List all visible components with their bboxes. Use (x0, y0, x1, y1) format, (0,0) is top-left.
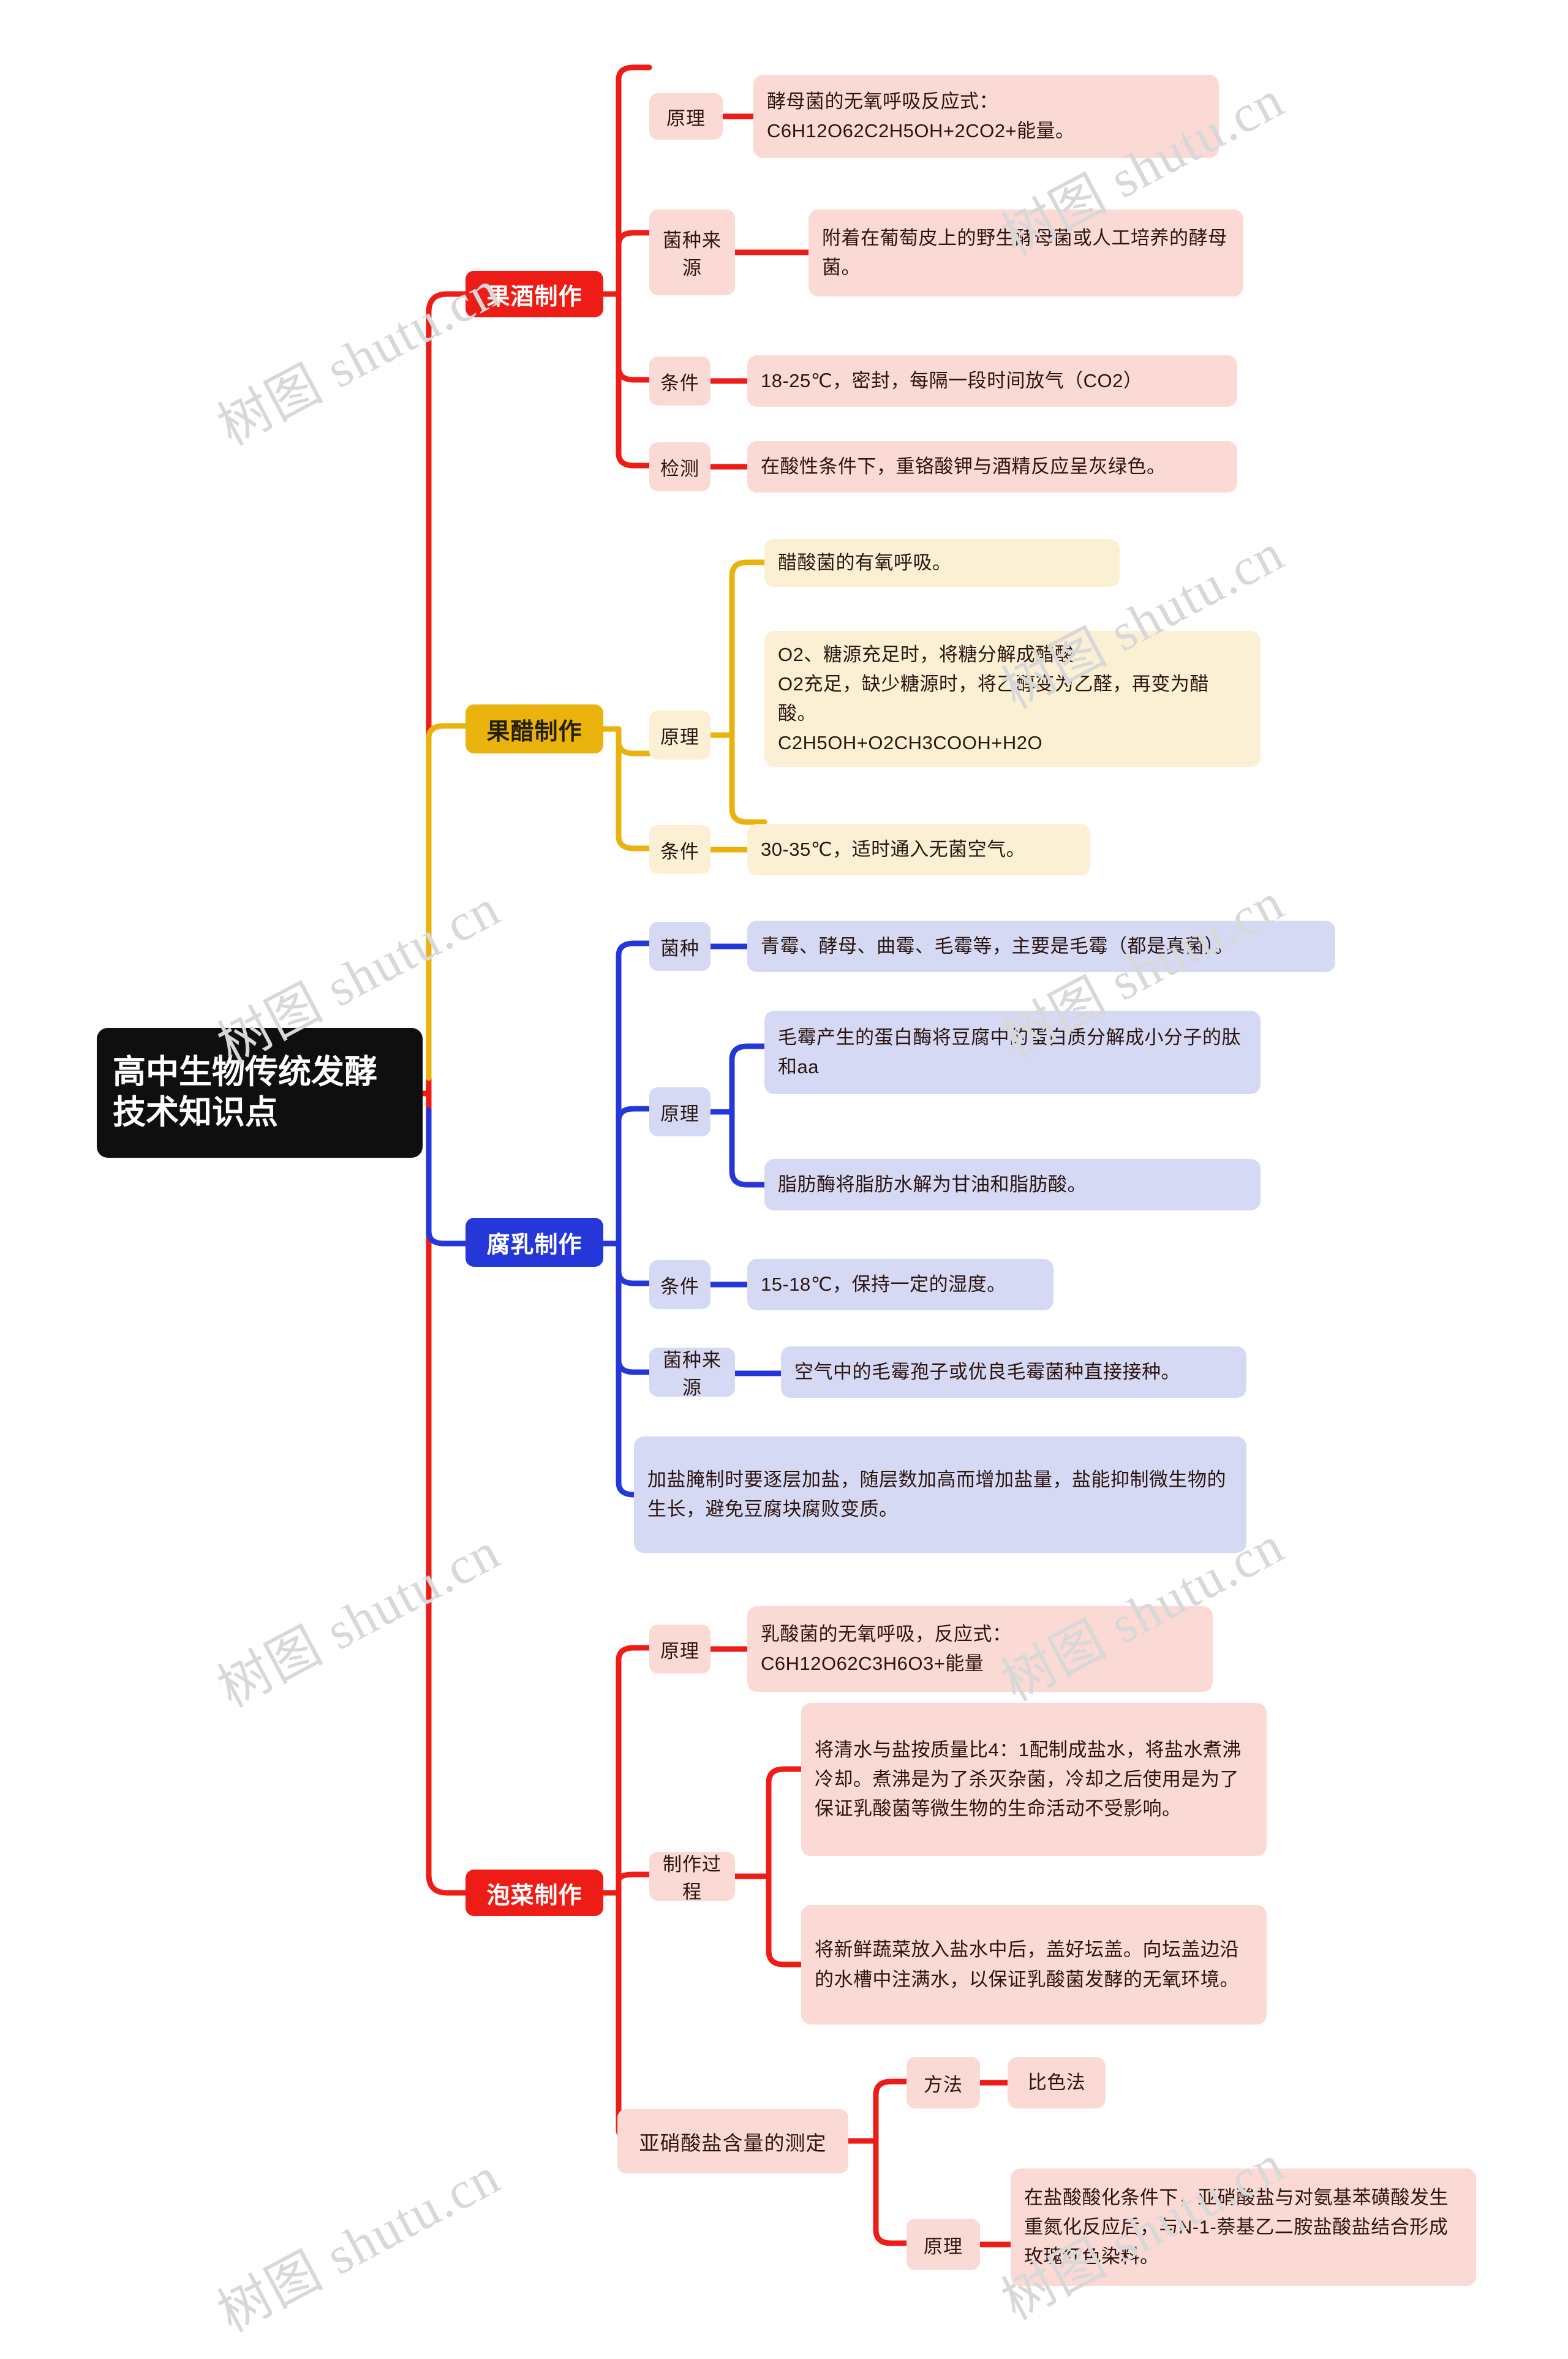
sublabel-text: 原理 (924, 2235, 963, 2257)
leaf-text: 在酸性条件下，重铬酸钾与酒精反应呈灰绿色。 (761, 455, 1166, 477)
leaf-pickles-principle[interactable]: 乳酸菌的无氧呼吸，反应式：C6H12O62C3H6O3+能量 (747, 1606, 1213, 1692)
leaf-text: 醋酸菌的有氧呼吸。 (778, 551, 952, 573)
sublabel-text: 亚硝酸盐含量的测定 (639, 2131, 827, 2154)
sublabel-tiaojian-vinegar[interactable]: 条件 (649, 825, 710, 874)
leaf-text: 青霉、酵母、曲霉、毛霉等，主要是毛霉（都是真菌）。 (761, 935, 1234, 957)
leaf-wine-detection[interactable]: 在酸性条件下，重铬酸钾与酒精反应呈灰绿色。 (747, 441, 1237, 493)
leaf-text: 30-35℃，适时通入无菌空气。 (761, 838, 1026, 860)
branch-node-fruit-vinegar[interactable]: 果醋制作 (466, 704, 603, 753)
sublabel-yuanli-nitrite[interactable]: 原理 (907, 2219, 980, 2270)
sublabel-tiaojian-tofu[interactable]: 条件 (649, 1260, 710, 1309)
sublabel-fangfa[interactable]: 方法 (907, 2057, 980, 2108)
leaf-text: 15-18℃，保持一定的湿度。 (761, 1273, 1006, 1295)
leaf-pickles-process-1[interactable]: 将清水与盐按质量比4：1配制成盐水，将盐水煮沸冷却。煮沸是为了杀灭杂菌，冷却之后… (801, 1703, 1267, 1856)
sublabel-text: 条件 (660, 372, 699, 394)
sublabel-yuanli-vinegar[interactable]: 原理 (649, 711, 710, 760)
leaf-text: 毛霉产生的蛋白酶将豆腐中的蛋白质分解成小分子的肽和aa (778, 1026, 1241, 1078)
leaf-wine-principle[interactable]: 酵母菌的无氧呼吸反应式：C6H12O62C2H5OH+2CO2+能量。 (753, 75, 1219, 158)
sublabel-text: 菌种来源 (663, 230, 722, 279)
sublabel-text: 方法 (924, 2074, 963, 2096)
leaf-text: 在盐酸酸化条件下，亚硝酸盐与对氨基苯磺酸发生重氮化反应后，与N-1-萘基乙二胺盐… (1024, 2186, 1449, 2268)
sublabel-text: 条件 (660, 1275, 699, 1297)
leaf-tofu-strain-source[interactable]: 空气中的毛霉孢子或优良毛霉菌种直接接种。 (781, 1346, 1246, 1398)
sublabel-jiance-wine[interactable]: 检测 (649, 442, 710, 491)
leaf-text: 乳酸菌的无氧呼吸，反应式：C6H12O62C3H6O3+能量 (761, 1623, 1012, 1674)
sublabel-yuanli-tofu[interactable]: 原理 (649, 1087, 710, 1136)
leaf-tofu-conditions[interactable]: 15-18℃，保持一定的湿度。 (747, 1259, 1054, 1310)
sublabel-nitrite-measurement[interactable]: 亚硝酸盐含量的测定 (617, 2109, 848, 2173)
sublabel-junzhong-tofu[interactable]: 菌种 (649, 922, 710, 971)
root-node[interactable]: 高中生物传统发酵技术知识点 (97, 1028, 423, 1158)
branch-node-pickles[interactable]: 泡菜制作 (466, 1870, 603, 1916)
branch-label: 果醋制作 (486, 719, 582, 745)
branch-node-fruit-wine[interactable]: 果酒制作 (466, 271, 603, 317)
sublabel-text: 原理 (660, 1103, 699, 1125)
leaf-vinegar-conditions[interactable]: 30-35℃，适时通入无菌空气。 (747, 824, 1090, 875)
leaf-vinegar-principle-1[interactable]: 醋酸菌的有氧呼吸。 (764, 539, 1120, 587)
sublabel-zhizuoguocheng[interactable]: 制作过程 (649, 1852, 735, 1903)
leaf-text: O2、糖源充足时，将糖分解成醋酸 O2充足，缺少糖源时，将乙醇变为乙醛，再变为醋… (778, 643, 1209, 754)
mindmap-canvas: 树图 shutu.cn 树图 shutu.cn 树图 shutu.cn 树图 s… (0, 0, 1568, 2359)
sublabel-text: 原理 (666, 107, 706, 129)
leaf-text: 比色法 (1027, 2071, 1086, 2093)
sublabel-yuanli-wine[interactable]: 原理 (649, 93, 723, 140)
leaf-text: 酵母菌的无氧呼吸反应式：C6H12O62C2H5OH+2CO2+能量。 (767, 90, 1075, 142)
leaf-text: 空气中的毛霉孢子或优良毛霉菌种直接接种。 (794, 1361, 1180, 1383)
leaf-pickles-process-2[interactable]: 将新鲜蔬菜放入盐水中后，盖好坛盖。向坛盖边沿的水槽中注满水，以保证乳酸菌发酵的无… (801, 1905, 1267, 2025)
branch-node-fermented-tofu[interactable]: 腐乳制作 (466, 1218, 603, 1267)
sublabel-text: 原理 (660, 726, 699, 748)
leaf-text: 将清水与盐按质量比4：1配制成盐水，将盐水煮沸冷却。煮沸是为了杀灭杂菌，冷却之后… (815, 1738, 1242, 1820)
leaf-nitrite-principle[interactable]: 在盐酸酸化条件下，亚硝酸盐与对氨基苯磺酸发生重氮化反应后，与N-1-萘基乙二胺盐… (1011, 2168, 1476, 2286)
leaf-text: 脂肪酶将脂肪水解为甘油和脂肪酸。 (778, 1173, 1087, 1195)
leaf-tofu-salting[interactable]: 加盐腌制时要逐层加盐，随层数加高而增加盐量，盐能抑制微生物的生长，避免豆腐块腐败… (634, 1436, 1246, 1553)
leaf-tofu-principle-2[interactable]: 脂肪酶将脂肪水解为甘油和脂肪酸。 (764, 1159, 1261, 1210)
leaf-text: 将新鲜蔬菜放入盐水中后，盖好坛盖。向坛盖边沿的水槽中注满水，以保证乳酸菌发酵的无… (815, 1939, 1239, 1990)
root-title: 高中生物传统发酵技术知识点 (113, 1054, 377, 1131)
leaf-text: 18-25℃，密封，每隔一段时间放气（CO2） (761, 369, 1143, 391)
sublabel-text: 菌种来源 (663, 1349, 722, 1398)
sublabel-junzhonglaiyuan-tofu[interactable]: 菌种来源 (649, 1348, 735, 1398)
branch-label: 腐乳制作 (486, 1232, 582, 1258)
leaf-text: 加盐腌制时要逐层加盐，随层数加高而增加盐量，盐能抑制微生物的生长，避免豆腐块腐败… (647, 1468, 1226, 1520)
leaf-wine-conditions[interactable]: 18-25℃，密封，每隔一段时间放气（CO2） (747, 355, 1237, 407)
leaf-tofu-strain[interactable]: 青霉、酵母、曲霉、毛霉等，主要是毛霉（都是真菌）。 (747, 921, 1335, 972)
leaf-wine-strain-source[interactable]: 附着在葡萄皮上的野生酵母菌或人工培养的酵母菌。 (809, 209, 1243, 296)
leaf-text: 附着在葡萄皮上的野生酵母菌或人工培养的酵母菌。 (822, 227, 1227, 278)
branch-label: 果酒制作 (486, 284, 582, 310)
sublabel-yuanli-pickles[interactable]: 原理 (649, 1625, 710, 1674)
leaf-tofu-principle-1[interactable]: 毛霉产生的蛋白酶将豆腐中的蛋白质分解成小分子的肽和aa (764, 1011, 1261, 1094)
sublabel-text: 条件 (660, 840, 699, 862)
leaf-nitrite-method[interactable]: 比色法 (1008, 2057, 1106, 2108)
sublabel-text: 制作过程 (663, 1854, 722, 1903)
sublabel-text: 检测 (660, 458, 699, 480)
sublabel-text: 原理 (660, 1640, 699, 1662)
leaf-vinegar-principle-2[interactable]: O2、糖源充足时，将糖分解成醋酸 O2充足，缺少糖源时，将乙醇变为乙醛，再变为醋… (764, 631, 1261, 767)
sublabel-text: 菌种 (660, 937, 699, 959)
sublabel-junzhonglaiyuan-wine[interactable]: 菌种来源 (649, 209, 735, 295)
sublabel-tiaojian-wine[interactable]: 条件 (649, 357, 710, 406)
branch-label: 泡菜制作 (486, 1882, 582, 1909)
